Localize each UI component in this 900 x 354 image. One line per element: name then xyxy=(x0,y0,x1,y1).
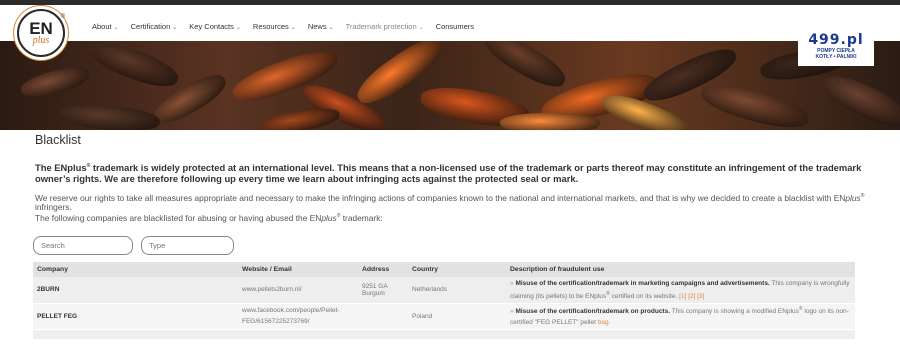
description-text-1: This company is showing a modified ENplu… xyxy=(670,308,799,316)
chevron-down-icon: ⌄ xyxy=(418,25,424,31)
menu-item-news[interactable]: News ⌄ xyxy=(308,22,334,31)
company-cell: 2BURN xyxy=(33,277,238,304)
intro-paragraph: The ENplus® trademark is widely protecte… xyxy=(35,161,875,184)
reserve-rights-paragraph: We reserve our rights to take all measur… xyxy=(35,192,875,212)
empty-cell xyxy=(238,329,358,340)
country-cell: Netherlands xyxy=(408,277,506,304)
description-bold: Misuse of the certification/trademark on… xyxy=(515,308,671,316)
paragraph2-text-a: The following companies are blacklisted … xyxy=(35,212,322,223)
pellet-shape xyxy=(18,62,92,102)
pellet-shape xyxy=(479,41,571,95)
arrow-icon: » xyxy=(510,308,514,316)
description-text-2: certified on its website. xyxy=(609,292,678,300)
menu-item-label: Resources xyxy=(252,22,289,31)
intro-text-1: The ENplus xyxy=(35,162,87,174)
website-link-continued[interactable]: FEG/61567225273769/ xyxy=(242,318,310,325)
empty-cell xyxy=(408,329,506,340)
menu-item-about[interactable]: About ⌄ xyxy=(92,22,119,31)
page-title: Blacklist xyxy=(35,133,81,147)
pellet-shape xyxy=(817,68,900,130)
ad-logo: 499.pl xyxy=(808,31,864,48)
company-cell: PELLET FEG xyxy=(33,303,238,330)
website-cell: www.pellets2burn.nl/ xyxy=(238,277,358,304)
column-header-company[interactable]: Company xyxy=(33,262,238,277)
description-bold: Misuse of the certification/trademark in… xyxy=(515,279,770,287)
reference-links[interactable]: bag. xyxy=(598,319,611,326)
website-cell: www.facebook.com/people/Pellet- FEG/61567… xyxy=(238,303,358,330)
table-header-row: Company Website / Email Address Country … xyxy=(33,262,855,277)
menu-item-resources[interactable]: Resources ⌄ xyxy=(253,22,296,31)
paragraph2-text-b: plus xyxy=(321,212,337,223)
enplus-logo[interactable]: EN plus ® xyxy=(17,9,65,57)
pellet-shape xyxy=(500,113,600,130)
table-row: PELLET FEG www.facebook.com/people/Pelle… xyxy=(33,303,855,330)
chevron-down-icon: ⌄ xyxy=(235,25,241,31)
paragraph2-text-c: trademark: xyxy=(340,212,383,223)
menu-item-label: News xyxy=(307,22,327,31)
chevron-down-icon: ⌄ xyxy=(172,25,178,31)
description-cell: » Misuse of the certification/trademark … xyxy=(506,303,855,330)
country-cell: Poland xyxy=(408,303,506,330)
menu-item-label: About xyxy=(92,22,112,31)
column-header-description[interactable]: Description of fraudulent use xyxy=(506,262,855,277)
reference-links[interactable]: [1] [2] [3] xyxy=(679,293,704,300)
intro-text-2: trademark is widely protected at an inte… xyxy=(35,162,862,185)
main-content: Blacklist The ENplus® trademark is widel… xyxy=(35,133,875,223)
menu-item-label: Trademark protection xyxy=(345,22,417,31)
table-filters xyxy=(33,236,234,255)
menu-item-trademark-protection[interactable]: Trademark protection ⌄ xyxy=(346,22,424,31)
search-input[interactable] xyxy=(33,236,133,255)
description-cell: » Misuse of the certification/trademark … xyxy=(506,277,855,304)
ad-line-2: KOTŁY • PALNIKI xyxy=(815,53,857,60)
address-cell xyxy=(358,303,408,330)
table-row: 2BURN www.pellets2burn.nl/ 9251 GA Burgu… xyxy=(33,277,855,304)
main-menu: About ⌄ Certification ⌄ Key Contacts ⌄ Resourc… xyxy=(92,22,486,31)
paragraph1-text-c: infringers. xyxy=(35,201,72,212)
blacklist-paragraph: The following companies are blacklisted … xyxy=(35,212,875,223)
column-header-country[interactable]: Country xyxy=(408,262,506,277)
menu-item-label: Key Contacts xyxy=(189,22,234,31)
menu-item-certification[interactable]: Certification ⌄ xyxy=(131,22,178,31)
logo-text: EN xyxy=(29,18,53,38)
website-link[interactable]: www.pellets2burn.nl/ xyxy=(242,286,302,293)
hero-banner-pellets-image xyxy=(0,41,900,130)
paragraph1-text-a: We reserve our rights to take all measur… xyxy=(35,192,846,203)
chevron-down-icon: ⌄ xyxy=(113,25,119,31)
menu-item-key-contacts[interactable]: Key Contacts ⌄ xyxy=(189,22,241,31)
menu-item-consumers[interactable]: Consumers xyxy=(436,22,474,31)
ad-499pl[interactable]: 499.pl POMPY CIEPŁA KOTŁY • PALNIKI xyxy=(798,26,874,66)
paragraph1-text-b: plus xyxy=(845,192,861,203)
arrow-icon: » xyxy=(510,279,514,287)
table-row-partial xyxy=(33,329,855,340)
type-filter-input[interactable] xyxy=(141,236,234,255)
empty-cell xyxy=(506,329,855,340)
chevron-down-icon: ⌄ xyxy=(328,25,334,31)
website-link[interactable]: www.facebook.com/people/Pellet- xyxy=(242,307,340,314)
navbar: EN plus ® About ⌄ Certification ⌄ Key Contac… xyxy=(0,5,900,57)
blacklist-table: Company Website / Email Address Country … xyxy=(33,262,855,340)
chevron-down-icon: ⌄ xyxy=(290,25,296,31)
empty-cell xyxy=(33,329,238,340)
menu-item-label: Consumers xyxy=(435,22,475,31)
pellet-shape xyxy=(87,41,183,94)
column-header-address[interactable]: Address xyxy=(358,262,408,277)
column-header-website[interactable]: Website / Email xyxy=(238,262,358,277)
logo-subtext: plus xyxy=(32,34,50,46)
registered-mark: ® xyxy=(860,193,865,200)
pellet-shape xyxy=(59,101,161,130)
pellet-shape xyxy=(258,104,342,130)
menu-item-label: Certification xyxy=(130,22,171,31)
empty-cell xyxy=(358,329,408,340)
address-cell: 9251 GA Burgum xyxy=(358,277,408,304)
pellet-shape xyxy=(697,77,813,130)
logo-registered-mark: ® xyxy=(60,14,65,20)
